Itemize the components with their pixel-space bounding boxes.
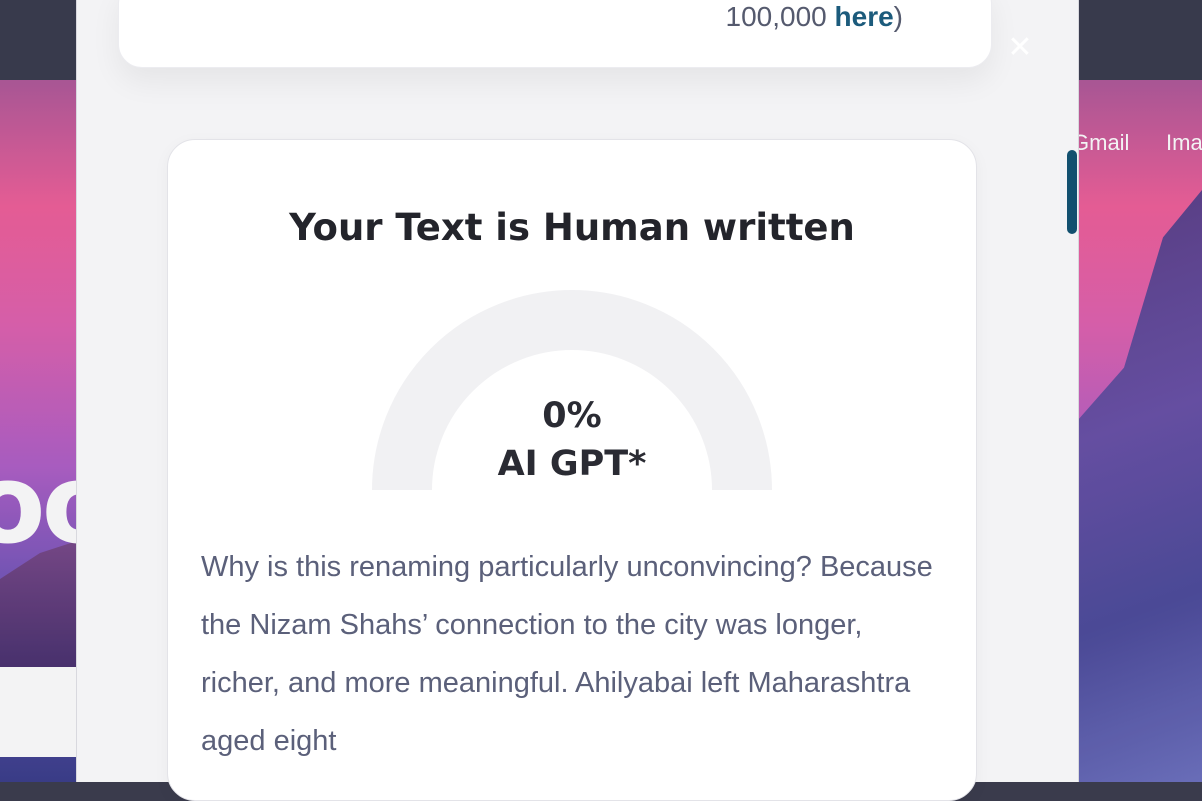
top-card-prefix: 100,000 bbox=[725, 1, 835, 32]
gauge-percent: 0% bbox=[542, 396, 602, 436]
gauge-caption: AI GPT* bbox=[497, 444, 647, 484]
analyzed-text: Why is this renaming particularly unconv… bbox=[201, 551, 933, 757]
result-card: Your Text is Human written 0% AI GPT* Wh… bbox=[167, 139, 977, 801]
top-info-card: 100,000 here) bbox=[118, 0, 992, 68]
here-link[interactable]: here bbox=[835, 1, 894, 32]
close-icon[interactable]: ✕ bbox=[1004, 32, 1036, 64]
top-card-text: 100,000 here) bbox=[726, 1, 903, 33]
top-card-suffix: ) bbox=[893, 1, 903, 32]
scrollbar-thumb[interactable] bbox=[1067, 150, 1077, 234]
result-title: Your Text is Human written bbox=[289, 206, 855, 249]
